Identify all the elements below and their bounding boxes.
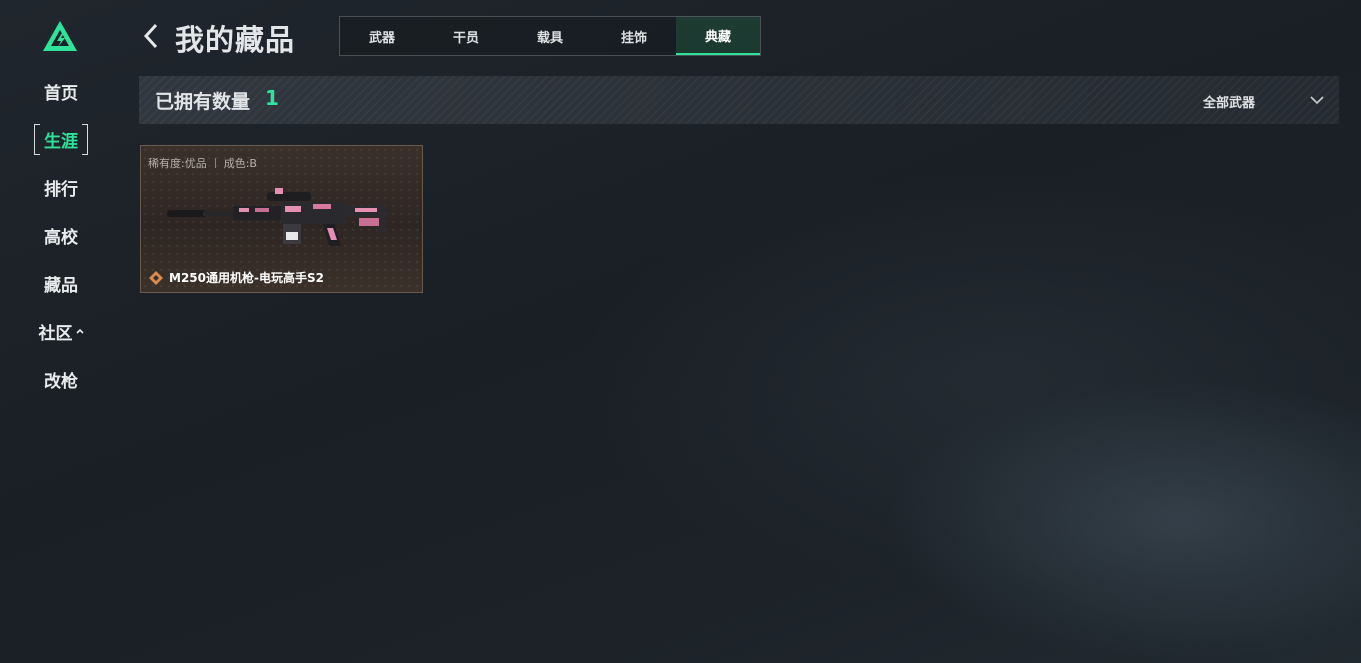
meta-divider <box>214 158 216 168</box>
item-wear: 成色:B <box>223 157 257 170</box>
sidebar-item-ranking[interactable]: 排行 <box>0 172 122 202</box>
sidebar-item-community[interactable]: 社区 <box>0 316 122 346</box>
sidebar: 首页 生涯 排行 高校 藏品 社区 改枪 <box>0 0 122 663</box>
sidebar-item-label: 藏品 <box>44 275 78 296</box>
item-rarity: 稀有度:优品 <box>148 157 207 170</box>
chevron-up-icon <box>75 328 84 334</box>
diamond-rarity-icon <box>149 270 163 285</box>
page-title: 我的藏品 <box>175 23 296 57</box>
sidebar-item-label: 社区 <box>38 323 73 344</box>
sidebar-item-label: 排行 <box>44 179 78 200</box>
collection-item-card[interactable]: 稀有度:优品 成色:B M250通用机枪-电玩高手S2 <box>140 145 423 293</box>
owned-count-label: 已拥有数量 <box>155 91 251 113</box>
sidebar-item-label: 改枪 <box>44 371 78 392</box>
sidebar-item-career[interactable]: 生涯 <box>0 123 122 155</box>
item-name: M250通用机枪-电玩高手S2 <box>169 271 324 285</box>
item-meta: 稀有度:优品 成色:B <box>148 155 257 171</box>
sidebar-item-university[interactable]: 高校 <box>0 220 122 250</box>
tab-weapons[interactable]: 武器 <box>340 17 424 55</box>
weapon-filter-dropdown[interactable]: 全部武器 <box>1189 76 1339 124</box>
sidebar-item-label: 高校 <box>44 227 78 248</box>
sidebar-item-home[interactable]: 首页 <box>0 76 122 106</box>
tab-charms[interactable]: 挂饰 <box>592 17 676 55</box>
category-tabs: 武器 干员 载具 挂饰 典藏 <box>339 16 761 56</box>
tab-vehicles[interactable]: 载具 <box>508 17 592 55</box>
sidebar-item-label: 首页 <box>44 83 78 104</box>
tab-collectibles[interactable]: 典藏 <box>676 17 760 55</box>
chevron-down-icon <box>1310 96 1324 105</box>
owned-count-bar: 已拥有数量 1 全部武器 <box>139 76 1339 124</box>
weapon-filter-value: 全部武器 <box>1203 96 1256 111</box>
machine-gun-image <box>167 188 385 246</box>
sidebar-item-gunsmith[interactable]: 改枪 <box>0 364 122 394</box>
item-footer: M250通用机枪-电玩高手S2 <box>149 269 324 286</box>
tab-operators[interactable]: 干员 <box>424 17 508 55</box>
owned-count-value: 1 <box>265 86 279 110</box>
chevron-left-icon[interactable] <box>140 22 162 50</box>
sidebar-item-label: 生涯 <box>34 123 88 155</box>
sidebar-item-collection[interactable]: 藏品 <box>0 268 122 298</box>
triangle-logo[interactable] <box>42 20 78 52</box>
